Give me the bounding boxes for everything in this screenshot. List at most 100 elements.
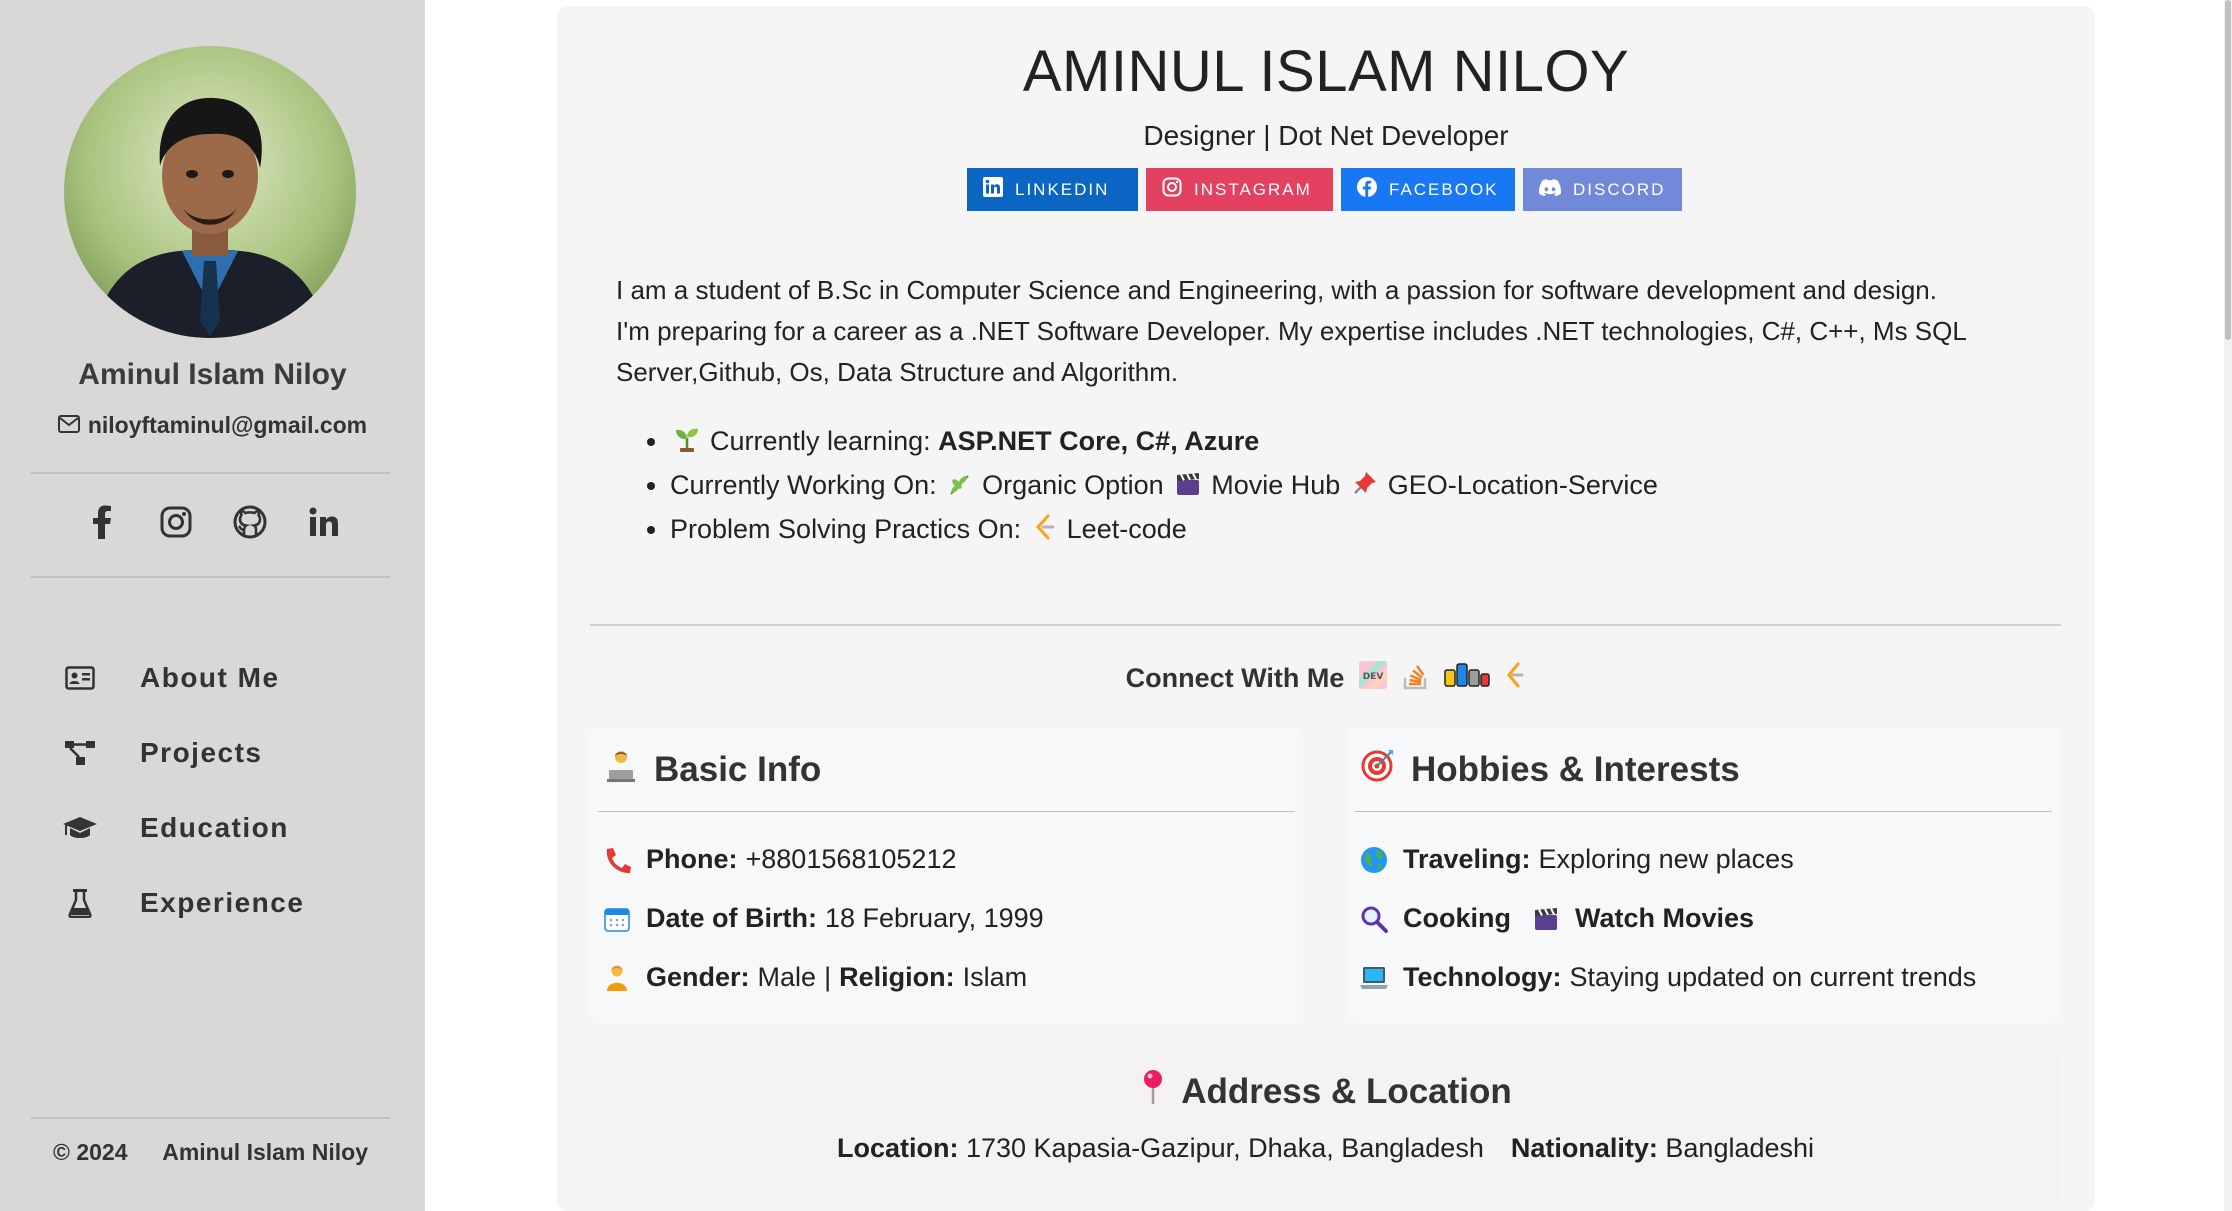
cooking-row: Cooking Watch Movies (1359, 903, 1762, 934)
page-subtitle: Designer | Dot Net Developer (1143, 120, 1509, 151)
traveling-value: Exploring new places (1538, 844, 1794, 874)
project-organic-option: Organic Option (982, 469, 1164, 500)
instagram-icon (1162, 177, 1182, 202)
cooking-label: Cooking (1403, 903, 1511, 933)
working-label: Currently Working On: (670, 469, 937, 500)
instagram-icon[interactable] (154, 500, 198, 544)
list-item: Problem Solving Practics On: Leet-code (670, 508, 1658, 552)
technologist-icon (604, 748, 638, 791)
sidebar-name: Aminul Islam Niloy (78, 358, 347, 391)
section-divider (590, 624, 2061, 626)
nationality-value: Bangladeshi (1665, 1133, 1815, 1163)
page-scrollbar[interactable] (2224, 0, 2232, 1211)
project-movie-hub: Movie Hub (1211, 469, 1341, 500)
telephone-receiver-icon (602, 845, 632, 875)
leetcode-label: Leet-code (1066, 513, 1187, 544)
project-geo-location-service: GEO-Location-Service (1387, 469, 1658, 500)
scrollbar-thumb[interactable] (2225, 0, 2231, 340)
stackoverflow-icon[interactable] (1402, 660, 1430, 697)
magnifying-glass-icon (1359, 904, 1389, 934)
location-value: 1730 Kapasia-Gazipur, Dhaka, Bangladesh (965, 1133, 1484, 1163)
herb-icon (948, 466, 972, 508)
badge-label: DISCORD (1573, 179, 1666, 199)
sidebar-social-links (0, 500, 425, 544)
round-pushpin-icon (1139, 1069, 1167, 1114)
linkedin-badge[interactable]: LINKEDIN (967, 168, 1138, 211)
gender-row: Gender: Male | Religion: Islam (602, 962, 1027, 993)
separator: | (824, 962, 832, 992)
clapper-board-icon (1531, 904, 1561, 934)
basic-info-heading: Basic Info (604, 748, 821, 791)
sidebar-item-label: Projects (140, 736, 263, 768)
clapper-board-icon (1175, 466, 1201, 508)
dob-value: 18 February, 1999 (825, 903, 1044, 933)
dob-row: Date of Birth: 18 February, 1999 (602, 903, 1044, 934)
address-card: Address & Location Location: 1730 Kapasi… (590, 1047, 2061, 1202)
sidebar-email-text: niloyftaminul@gmail.com (87, 412, 368, 438)
intro-line: I'm preparing for a career as a .NET Sof… (616, 316, 1967, 346)
badge-label: INSTAGRAM (1194, 179, 1312, 199)
sidebar-nav: About Me Projects Education Experience (60, 640, 304, 940)
leetcode-icon (1033, 510, 1057, 552)
person-icon (602, 963, 632, 993)
linkedin-icon[interactable] (302, 500, 346, 544)
sidebar-footer: © 2024 Aminul Islam Niloy (31, 1139, 390, 1166)
location-label: Location: (836, 1133, 959, 1163)
nationality-label: Nationality: (1510, 1133, 1658, 1163)
religion-value: Islam (962, 962, 1028, 992)
sidebar-divider (31, 576, 390, 578)
hobbies-heading: Hobbies & Interests (1361, 748, 1740, 791)
hobbies-card: Hobbies & Interests Traveling: Exploring… (1347, 728, 2060, 1023)
basic-info-title: Basic Info (654, 749, 822, 789)
github-icon[interactable] (228, 500, 272, 544)
facebook-icon[interactable] (80, 500, 124, 544)
graduation-cap-icon (60, 808, 100, 848)
gender-label: Gender: (646, 962, 750, 992)
badge-label: LINKEDIN (1015, 179, 1110, 199)
problem-label: Problem Solving Practics On: (670, 513, 1022, 544)
religion-label: Religion: (839, 962, 955, 992)
panel-divider (598, 811, 1295, 812)
sidebar-item-label: Education (140, 811, 289, 843)
calendar-icon (602, 904, 632, 934)
sidebar-divider (31, 472, 390, 474)
sidebar-item-projects[interactable]: Projects (60, 715, 304, 790)
globe-icon (1359, 845, 1389, 875)
traveling-row: Traveling: Exploring new places (1359, 844, 1794, 875)
sidebar-divider (31, 1117, 390, 1119)
phone-row: Phone: +8801568105212 (602, 844, 956, 875)
bar-chart-stats-icon[interactable] (1444, 662, 1491, 695)
basic-info-card: Basic Info Phone: +8801568105212 Date of… (590, 728, 1303, 1023)
envelope-icon (57, 412, 80, 439)
phone-label: Phone: (646, 844, 738, 874)
instagram-badge[interactable]: INSTAGRAM (1146, 168, 1333, 211)
intro-paragraph: I am a student of B.Sc in Computer Scien… (616, 270, 2056, 393)
devto-icon[interactable]: DEV (1358, 660, 1388, 697)
traveling-label: Traveling: (1403, 844, 1531, 874)
sidebar-email[interactable]: niloyftaminul@gmail.com (0, 412, 425, 439)
sidebar-item-about-me[interactable]: About Me (60, 640, 304, 715)
hobbies-title: Hobbies & Interests (1411, 749, 1740, 789)
facebook-badge[interactable]: FACEBOOK (1341, 168, 1515, 211)
movies-label: Watch Movies (1575, 903, 1755, 933)
badge-label: FACEBOOK (1389, 179, 1499, 199)
leetcode-icon[interactable] (1504, 662, 1526, 695)
discord-badge[interactable]: DISCORD (1523, 168, 1682, 211)
dob-label: Date of Birth: (646, 903, 817, 933)
panel-divider (1355, 811, 2052, 812)
svg-text:DEV: DEV (1363, 672, 1384, 682)
laptop-icon (1359, 963, 1389, 993)
sidebar-item-experience[interactable]: Experience (60, 865, 304, 940)
phone-value: +8801568105212 (745, 844, 957, 874)
address-title: Address & Location (1181, 1071, 1512, 1111)
learning-value: ASP.NET Core, C#, Azure (938, 426, 1260, 456)
sidebar-item-education[interactable]: Education (60, 790, 304, 865)
technology-label: Technology: (1403, 962, 1562, 992)
id-card-icon (60, 658, 100, 698)
address-line: Location: 1730 Kapasia-Gazipur, Dhaka, B… (590, 1133, 2061, 1164)
sidebar-item-label: Experience (140, 886, 305, 918)
linkedin-icon (983, 177, 1003, 202)
direct-hit-icon (1361, 748, 1395, 791)
seedling-icon (674, 422, 700, 464)
page-title: AMINUL ISLAM NILOY (1022, 39, 1630, 104)
